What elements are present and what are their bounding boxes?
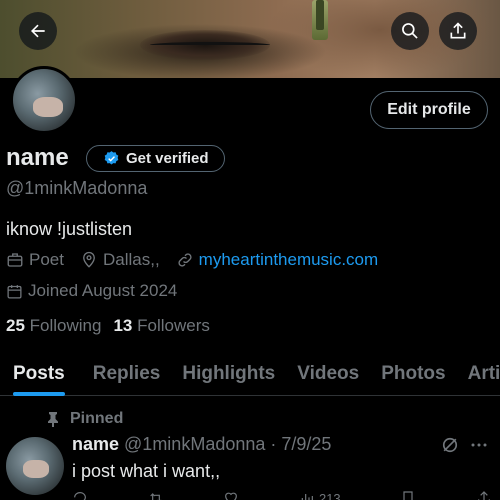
- location-item: Dallas,,: [80, 250, 160, 270]
- verified-badge-icon: [104, 151, 119, 165]
- post-avatar-hand: [23, 460, 49, 478]
- tab-videos-label: Videos: [297, 363, 360, 384]
- profile-name: name: [6, 144, 69, 171]
- views-icon: [301, 494, 313, 500]
- tab-posts-label: Posts: [13, 363, 65, 384]
- joined-label: Joined August 2024: [28, 281, 178, 300]
- pinned-indicator: Pinned: [46, 410, 123, 428]
- tab-posts[interactable]: Posts: [13, 352, 65, 396]
- website-link[interactable]: myheartinthemusic.com: [199, 250, 379, 270]
- active-tab-indicator: [13, 392, 65, 396]
- followers-link[interactable]: 13 Followers: [113, 316, 209, 336]
- heart-icon: [225, 492, 238, 500]
- repost-button[interactable]: [148, 490, 164, 500]
- grok-icon[interactable]: [440, 435, 460, 455]
- search-button[interactable]: [391, 12, 429, 50]
- tab-videos[interactable]: Videos: [297, 352, 359, 396]
- profile-tabs: Posts Replies Highlights Videos Photos A…: [0, 352, 500, 396]
- tab-articles-label: Artic: [467, 363, 500, 384]
- tab-replies-label: Replies: [92, 363, 161, 384]
- pinned-label: Pinned: [70, 410, 124, 427]
- get-verified-label: Get verified: [126, 150, 209, 167]
- more-icon[interactable]: [470, 437, 488, 453]
- website-item[interactable]: myheartinthemusic.com: [176, 250, 379, 270]
- tab-photos-label: Photos: [381, 363, 446, 384]
- banner-eyelash: [150, 42, 270, 48]
- reply-button[interactable]: [72, 490, 88, 500]
- profile-handle: @1minkMadonna: [6, 178, 148, 198]
- post-handle[interactable]: @1minkMadonna: [124, 434, 265, 455]
- back-button[interactable]: [19, 12, 57, 50]
- calendar-icon: [7, 284, 22, 299]
- post-share-button[interactable]: [476, 490, 492, 500]
- share-button[interactable]: [439, 12, 477, 50]
- profile-bio: iknow !justlisten: [6, 219, 133, 239]
- reply-icon: [74, 492, 86, 500]
- tab-photos[interactable]: Photos: [381, 352, 445, 396]
- tab-articles[interactable]: Artic: [468, 352, 500, 396]
- following-count: 25: [6, 316, 25, 335]
- tab-highlights-label: Highlights: [182, 363, 276, 384]
- share-icon: [478, 491, 490, 500]
- post-text: i post what i want,,: [72, 461, 221, 481]
- joined-date: Joined August 2024: [6, 281, 177, 301]
- post-actions: 213: [72, 490, 492, 500]
- post-header: name @1minkMadonna · 7/9/25: [72, 434, 331, 455]
- like-button[interactable]: [223, 490, 239, 500]
- post-date[interactable]: 7/9/25: [281, 434, 331, 455]
- post-author[interactable]: name: [72, 434, 119, 455]
- get-verified-button[interactable]: Get verified: [86, 145, 225, 172]
- banner-key: [312, 0, 328, 40]
- link-icon: [178, 253, 192, 267]
- pin-icon: [48, 412, 58, 427]
- profile-avatar[interactable]: [10, 66, 78, 134]
- location-pin-icon: [83, 251, 95, 268]
- briefcase-icon: [7, 253, 23, 267]
- search-icon: [402, 23, 418, 39]
- edit-profile-button[interactable]: Edit profile: [370, 91, 488, 129]
- profession-label: Poet: [29, 250, 64, 269]
- views-count: 213: [318, 490, 341, 500]
- location-label: Dallas,,: [102, 250, 160, 269]
- post-avatar[interactable]: [6, 437, 64, 495]
- followers-label: Followers: [137, 316, 210, 335]
- post-separator: ·: [270, 434, 277, 454]
- follow-stats: 25 Following 13 Followers: [6, 316, 210, 336]
- bookmark-icon: [403, 491, 413, 500]
- views-button[interactable]: 213: [299, 490, 341, 500]
- repost-icon: [149, 493, 161, 500]
- tab-highlights[interactable]: Highlights: [182, 352, 275, 396]
- arrow-left-icon: [31, 24, 45, 38]
- profession-item: Poet: [6, 250, 64, 270]
- bookmark-button[interactable]: [400, 490, 416, 500]
- following-label: Following: [29, 316, 102, 335]
- tab-replies[interactable]: Replies: [93, 352, 161, 396]
- avatar-hand: [33, 97, 63, 117]
- followers-count: 13: [113, 316, 133, 335]
- share-icon: [450, 22, 466, 39]
- following-link[interactable]: 25 Following: [6, 316, 101, 336]
- profile-meta: Poet Dallas,, myheartinthemusic.com: [6, 250, 394, 270]
